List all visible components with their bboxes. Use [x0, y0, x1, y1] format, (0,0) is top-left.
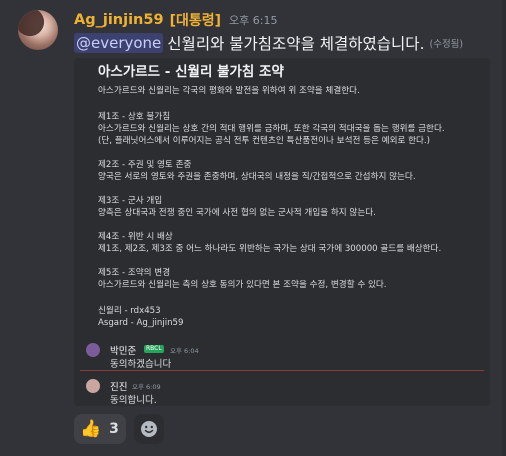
- message: Ag_jinjin59 [대통령] 오후 6:15 @everyone 신월리와…: [0, 0, 506, 456]
- embed-line: 제5조 - 조약의 변경: [98, 268, 171, 278]
- reply-item: 진진 오후 6:09 동의합니다.: [74, 376, 490, 406]
- embed-line: 제2조 - 주권 및 영토 존중: [98, 160, 192, 170]
- smiley-icon: [141, 421, 157, 437]
- reply-item: 박민준 RBCL 오후 6:04 동의하겠습니다: [74, 340, 490, 378]
- embed-line: 양측은 상대국과 전쟁 중인 국가에 사전 협의 없는 군사적 개입을 하지 않…: [98, 208, 376, 218]
- message-content: @everyone 신월리와 불가침조약을 체결하였습니다. (수정됨): [74, 32, 463, 54]
- embed-line: 제4조 - 위반 시 배상: [98, 232, 173, 242]
- message-text: 신월리와 불가침조약을 체결하였습니다.: [167, 35, 425, 53]
- embed-line: Asgard - Ag_jinjin59: [98, 318, 184, 328]
- embed-line: 신월리 - rdx453: [98, 306, 161, 316]
- embed-line: (단, 플래닛어스에서 이루어지는 공식 전투 컨텐츠인 특산품전이나 보석전 …: [98, 136, 431, 146]
- embed-line: 제1조, 제2조, 제3조 중 어느 하나라도 위반하는 국가는 상대 국가에 …: [98, 244, 442, 254]
- reply-time: 오후 6:09: [132, 383, 161, 391]
- reply-badge: RBCL: [144, 345, 164, 353]
- embed-title: 아스가르드 - 신월리 불가침 조약: [98, 64, 284, 80]
- reply-divider: [80, 370, 484, 371]
- role-tag: [대통령]: [169, 13, 221, 29]
- everyone-mention[interactable]: @everyone: [74, 33, 164, 53]
- thumbs-up-icon: 👍: [80, 419, 102, 439]
- embed-line: 아스가르드와 신월리는 각국의 평화와 발전을 위하여 위 조약을 체결한다.: [98, 86, 360, 96]
- timestamp[interactable]: 오후 6:15: [229, 12, 277, 28]
- embed-line: 양국은 서로의 영토와 주권을 존중하며, 상대국의 내정을 직/간접적으로 간…: [98, 172, 416, 182]
- username[interactable]: Ag_jinjin59: [74, 12, 164, 28]
- treaty-embed: 아스가르드 - 신월리 불가침 조약 아스가르드와 신월리는 각국의 평화와 발…: [74, 58, 490, 406]
- embed-line: 제1조 - 상호 불가침: [98, 112, 171, 122]
- scrollbar[interactable]: [502, 0, 506, 456]
- reply-avatar[interactable]: [86, 379, 100, 393]
- message-header: Ag_jinjin59 [대통령] 오후 6:15: [74, 10, 277, 30]
- reply-text: 동의합니다.: [110, 395, 157, 406]
- reply-avatar[interactable]: [86, 343, 100, 357]
- reply-name[interactable]: 박민준: [110, 343, 136, 357]
- thumbs-up-reaction[interactable]: 👍 3: [74, 414, 126, 444]
- embed-line: 아스가르드와 신월리는 측의 상호 동의가 있다면 본 조약을 수정, 변경할 …: [98, 280, 387, 290]
- reaction-count: 3: [109, 421, 119, 437]
- reply-name[interactable]: 진진: [110, 379, 127, 393]
- user-avatar[interactable]: [18, 10, 58, 50]
- edited-label: (수정됨): [429, 39, 464, 50]
- reactions-bar: 👍 3: [74, 414, 164, 444]
- embed-line: 아스가르드와 신월리는 상호 간의 적대 행위를 금하며, 또한 각국의 적대국…: [98, 124, 445, 134]
- embed-line: 제3조 - 군사 개입: [98, 196, 163, 206]
- reply-time: 오후 6:04: [170, 347, 199, 355]
- reply-text: 동의하겠습니다: [110, 359, 172, 370]
- add-reaction-button[interactable]: [134, 414, 164, 444]
